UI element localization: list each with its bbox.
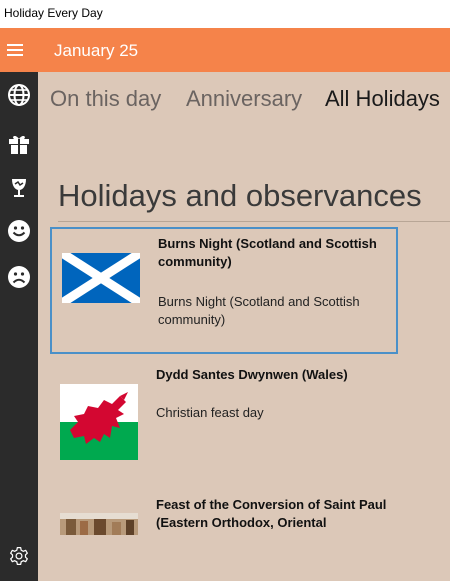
tab-all-holidays[interactable]: All Holidays <box>325 86 440 112</box>
settings-icon[interactable] <box>0 539 38 573</box>
painting-thumbnail-icon <box>60 513 138 535</box>
section-title: Holidays and observances <box>58 178 422 213</box>
tab-on-this-day[interactable]: On this day <box>50 86 161 112</box>
gift-icon[interactable] <box>0 127 38 161</box>
tab-anniversary[interactable]: Anniversary <box>186 86 302 112</box>
wine-icon[interactable] <box>0 171 38 205</box>
window-title: Holiday Every Day <box>4 6 103 20</box>
holiday-name: Feast of the Conversion of Saint Paul (E… <box>156 497 387 530</box>
holiday-item-conversion-of-saint-paul[interactable]: Feast of the Conversion of Saint Paul (E… <box>50 496 398 581</box>
content-area: On this day Anniversary All Holidays Hol… <box>38 72 450 581</box>
holiday-item-burns-night[interactable]: Burns Night (Scotland and Scottish commu… <box>50 227 398 354</box>
holiday-description: Burns Night (Scotland and Scottish commu… <box>158 294 360 327</box>
holiday-description: Christian feast day <box>156 405 264 420</box>
globe-icon[interactable] <box>0 78 38 112</box>
section-divider <box>58 221 450 222</box>
hamburger-menu-button[interactable] <box>4 39 26 61</box>
holiday-name: Burns Night (Scotland and Scottish commu… <box>158 236 377 269</box>
smiley-sad-icon[interactable] <box>0 260 38 294</box>
smiley-happy-icon[interactable] <box>0 214 38 248</box>
sidebar <box>0 72 38 581</box>
title-bar: Holiday Every Day <box>0 0 450 28</box>
scotland-flag-icon <box>62 253 140 303</box>
current-date: January 25 <box>54 41 139 60</box>
holiday-name: Dydd Santes Dwynwen (Wales) <box>156 367 348 382</box>
app-header: January 25 <box>0 28 450 72</box>
wales-flag-icon <box>60 384 138 460</box>
holiday-item-dydd-santes-dwynwen[interactable]: Dydd Santes Dwynwen (Wales) Christian fe… <box>50 366 398 466</box>
